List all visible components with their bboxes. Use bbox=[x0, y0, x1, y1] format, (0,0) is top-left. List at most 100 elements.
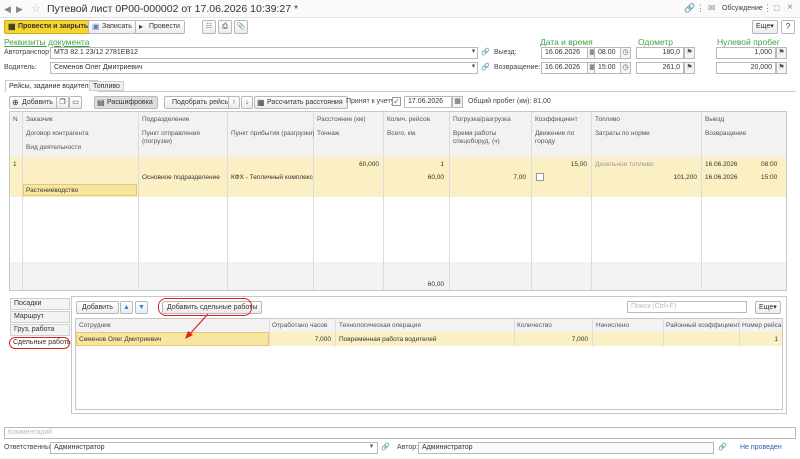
responsible-field[interactable]: Администратор bbox=[50, 442, 378, 454]
print-button[interactable]: ⎙ bbox=[218, 20, 232, 34]
select-trips-button[interactable]: Подобрать рейсы bbox=[164, 96, 238, 109]
col-depart-point[interactable]: Пункт отправления (погрузки) bbox=[142, 130, 222, 146]
accepted-checkbox[interactable]: ✓ bbox=[392, 97, 401, 106]
sidebar-item-cargo[interactable]: Груз, работа bbox=[10, 324, 70, 336]
row-activity: Растениеводство bbox=[26, 187, 79, 194]
return-time-icon[interactable]: ◷ bbox=[620, 62, 631, 74]
col-coef[interactable]: Коэффициент bbox=[535, 116, 578, 124]
author-open-icon[interactable]: 🔗 bbox=[718, 443, 727, 451]
departure-zero-run-flag-icon[interactable]: ⚑ bbox=[776, 47, 787, 59]
accepted-calendar-icon[interactable]: ▦ bbox=[452, 96, 463, 108]
post-button[interactable]: ▸ Провести bbox=[135, 20, 185, 34]
return-time-field[interactable]: 15:00 bbox=[594, 62, 621, 74]
col-contract[interactable]: Договор контрагента bbox=[26, 130, 89, 138]
responsible-dropdown-icon[interactable]: ▾ bbox=[366, 442, 377, 454]
more-button[interactable]: Еще▾ bbox=[752, 20, 778, 34]
sidebar-item-piece-work[interactable]: Сдельные работы bbox=[9, 337, 72, 349]
close-icon[interactable]: × bbox=[787, 2, 793, 13]
tabs-divider bbox=[4, 91, 796, 92]
return-odometer-field[interactable]: 261,0 bbox=[636, 62, 684, 74]
return-date-field[interactable]: 16.06.2026 bbox=[541, 62, 588, 74]
col-activity[interactable]: Вид деятельности bbox=[26, 144, 81, 152]
kebab-icon[interactable]: ⋮ bbox=[763, 3, 772, 14]
responsible-open-icon[interactable]: 🔗 bbox=[381, 443, 390, 451]
col-sep bbox=[227, 112, 228, 290]
piece-search-input[interactable]: Поиск (Ctrl+F) bbox=[627, 301, 747, 313]
piece-add-button[interactable]: Добавить bbox=[76, 301, 119, 314]
tab-trips[interactable]: Рейсы, задание водителю bbox=[5, 80, 98, 92]
driver-field[interactable]: Семенов Олег Дмитриевич bbox=[50, 62, 478, 74]
departure-zero-run-field[interactable]: 1,000 bbox=[716, 47, 776, 59]
col-division[interactable]: Подразделение bbox=[142, 116, 189, 124]
driver-open-icon[interactable]: 🔗 bbox=[481, 63, 490, 71]
col-city[interactable]: Движение по городу bbox=[535, 130, 587, 146]
tab-fuel[interactable]: Топливо bbox=[89, 81, 124, 91]
col-trips-count[interactable]: Колич. рейсов bbox=[387, 116, 430, 124]
comment-input[interactable]: Комментарий bbox=[4, 427, 796, 439]
vehicle-dropdown-icon[interactable]: ▾ bbox=[468, 47, 479, 59]
col-tonnage[interactable]: Тоннаж bbox=[317, 130, 339, 138]
copy-button[interactable]: ❐ bbox=[56, 96, 69, 109]
bell-icon[interactable]: ✉ bbox=[708, 3, 716, 14]
sidebar-item-plantings[interactable]: Посадки bbox=[10, 298, 70, 310]
col-n[interactable]: N bbox=[13, 116, 18, 124]
col-return[interactable]: Возвращение bbox=[705, 130, 746, 138]
col-sep bbox=[449, 112, 450, 290]
piece-col-accrued[interactable]: Начислено bbox=[596, 322, 629, 330]
star-icon[interactable]: ☆ bbox=[31, 2, 41, 15]
trips-add-button[interactable]: ⊕ Добавить bbox=[9, 96, 58, 109]
forward-button[interactable]: ▶ bbox=[16, 4, 23, 15]
accepted-date-field[interactable]: 17.06.2026 bbox=[404, 96, 452, 108]
col-work-time[interactable]: Время работы спецоборуд. (ч) bbox=[453, 130, 529, 146]
piece-col-trip-no[interactable]: Номер рейса bbox=[742, 322, 782, 330]
sidebar-item-route[interactable]: Маршрут bbox=[10, 311, 70, 323]
col-fuel[interactable]: Топливо bbox=[595, 116, 620, 124]
discussion-button[interactable]: Обсуждение bbox=[722, 5, 763, 12]
edit-button[interactable]: ▭ bbox=[69, 96, 82, 109]
piece-col-region[interactable]: Районный коэффициент bbox=[666, 322, 740, 330]
requisites-link[interactable]: Реквизиты документа bbox=[4, 37, 89, 47]
more-label: Еще bbox=[756, 23, 771, 30]
vehicle-field[interactable]: МТЗ 82.1 23/12 2781ЕВ12 bbox=[50, 47, 478, 59]
col-fuel-norm[interactable]: Затраты по норме bbox=[595, 130, 650, 138]
return-zero-run-field[interactable]: 20,000 bbox=[716, 62, 776, 74]
driver-dropdown-icon[interactable]: ▾ bbox=[468, 62, 479, 74]
departure-time-field[interactable]: 08.00 bbox=[594, 47, 621, 59]
piece-more-button[interactable]: Еще▾ bbox=[755, 301, 781, 314]
departure-odometer-flag-icon[interactable]: ⚑ bbox=[684, 47, 695, 59]
piece-col-operation[interactable]: Технологическая операция bbox=[339, 322, 421, 330]
piece-col-employee[interactable]: Сотрудник bbox=[79, 322, 111, 330]
back-button[interactable]: ◀ bbox=[4, 4, 11, 15]
sort-down-button[interactable]: ↓ bbox=[241, 96, 253, 109]
departure-date-field[interactable]: 16.06.2026 bbox=[541, 47, 588, 59]
piece-col-hours[interactable]: Отработано часов bbox=[272, 322, 327, 330]
attach-button[interactable]: 📎 bbox=[234, 20, 248, 34]
col-loading[interactable]: Погрузка/разгрузка bbox=[453, 116, 511, 124]
structure-button[interactable]: ☷ bbox=[202, 20, 216, 34]
responsible-label: Ответственный: bbox=[4, 444, 56, 451]
breakdown-button[interactable]: ▤ Расшифровка bbox=[94, 96, 158, 109]
save-button[interactable]: ▣ Записать bbox=[88, 20, 137, 34]
return-zero-run-flag-icon[interactable]: ⚑ bbox=[776, 62, 787, 74]
minimize-icon[interactable]: □ bbox=[774, 3, 779, 13]
move-up-button[interactable]: ▲ bbox=[120, 301, 133, 314]
help-button[interactable]: ? bbox=[781, 20, 795, 34]
col-arrive-point[interactable]: Пункт прибытия (разгрузки) bbox=[231, 130, 314, 138]
col-total-km[interactable]: Всего, км. bbox=[387, 130, 417, 138]
sort-up-button[interactable]: ↑ bbox=[228, 96, 240, 109]
col-customer[interactable]: Заказчик bbox=[26, 116, 53, 124]
departure-time-icon[interactable]: ◷ bbox=[620, 47, 631, 59]
link-icon[interactable]: 🔗 bbox=[684, 3, 695, 14]
piece-col-qty[interactable]: Количество bbox=[517, 322, 552, 330]
col-exit[interactable]: Выезд bbox=[705, 116, 724, 124]
post-and-close-button[interactable]: ▦ Провести и закрыть bbox=[4, 20, 94, 34]
move-down-button[interactable]: ▼ bbox=[135, 301, 148, 314]
return-odometer-flag-icon[interactable]: ⚑ bbox=[684, 62, 695, 74]
city-checkbox[interactable] bbox=[536, 173, 544, 181]
col-distance[interactable]: Расстояние (км) bbox=[317, 116, 366, 124]
calc-distance-button[interactable]: ▦ Рассчитать расстояния bbox=[254, 96, 348, 109]
author-field: Администратор bbox=[418, 442, 714, 454]
menu-icon[interactable]: ⋮ bbox=[696, 3, 705, 14]
vehicle-open-icon[interactable]: 🔗 bbox=[481, 48, 490, 56]
departure-odometer-field[interactable]: 180,0 bbox=[636, 47, 684, 59]
